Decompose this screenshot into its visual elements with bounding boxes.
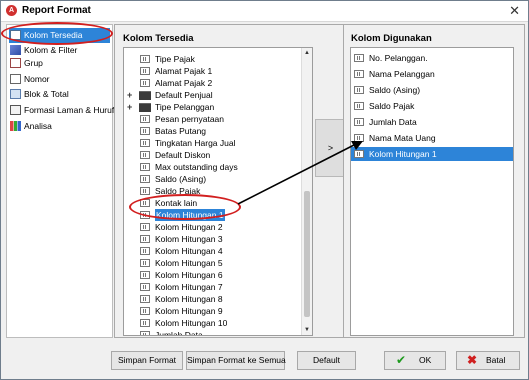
annotation-arrow <box>237 141 363 205</box>
